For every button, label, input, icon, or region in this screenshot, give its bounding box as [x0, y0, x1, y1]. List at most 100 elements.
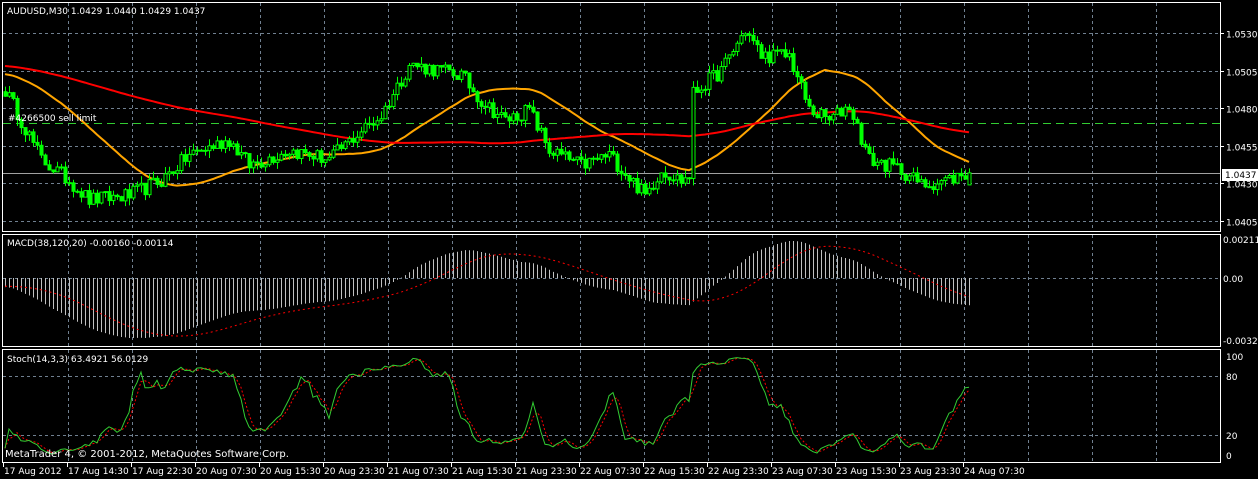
candle-body: [831, 113, 836, 121]
candle-body: [107, 191, 112, 202]
stoch-main-line: [4, 357, 970, 455]
candle-body: [251, 161, 256, 169]
time-tick-label: 23 Aug 07:30: [772, 467, 833, 477]
candle-body: [795, 71, 800, 78]
price-tick-label: 1.0480: [1226, 106, 1258, 116]
candle-body: [895, 163, 900, 166]
candle-body: [611, 151, 616, 155]
candle-body: [383, 105, 388, 120]
candle-body: [707, 72, 712, 90]
candle-body: [211, 145, 216, 149]
candle-body: [171, 171, 176, 174]
candle-body: [91, 192, 96, 205]
macd-tick-label: 0.00: [1223, 275, 1243, 285]
chart-window[interactable]: 1.0530 1.0505 1.0480 1.0455 1.0430 1.0405 0.00…: [0, 0, 1258, 479]
candle-body: [635, 177, 640, 194]
candle-body: [491, 102, 496, 119]
candle-body: [455, 75, 460, 80]
candle-body: [363, 122, 368, 133]
stoch-label: Stoch(14,3,3) 63.4921 56.0129: [7, 355, 148, 365]
candle-body: [59, 166, 64, 169]
candle-body: [563, 151, 568, 155]
candle-body: [307, 152, 312, 157]
candle-body: [899, 163, 904, 175]
candle-body: [147, 179, 152, 196]
price-tick-label: 1.0505: [1226, 69, 1258, 79]
candle-body: [43, 154, 48, 166]
candle-body: [295, 149, 300, 159]
candle-body: [119, 196, 124, 202]
candle-body: [95, 192, 100, 204]
candle-body: [927, 186, 932, 189]
candle-body: [531, 106, 536, 113]
candle-body: [499, 112, 504, 115]
candle-body: [351, 138, 356, 143]
candle-body: [471, 87, 476, 93]
candle-body: [595, 157, 600, 160]
time-tick-label: 22 Aug 07:30: [580, 467, 641, 477]
candle-body: [243, 152, 248, 155]
moving-average-line: [4, 65, 970, 145]
candle-body: [443, 64, 448, 68]
candle-body: [39, 144, 44, 156]
moving-average-line: [4, 68, 970, 187]
candle-body: [419, 63, 424, 68]
time-tick-label: 23 Aug 15:30: [836, 467, 897, 477]
candle-body: [603, 154, 608, 158]
candle-body: [7, 92, 12, 97]
stoch-tick-label: 20: [1226, 432, 1238, 442]
candle-body: [643, 183, 648, 195]
candle-body: [843, 106, 848, 117]
candle-body: [411, 62, 416, 66]
current-price-label: 1.0437: [1225, 171, 1257, 181]
candle-body: [155, 177, 160, 185]
candle-body: [415, 62, 420, 68]
macd-tick-label: -0.00328: [1223, 337, 1258, 347]
candle-body: [627, 174, 632, 182]
candle-body: [967, 172, 972, 186]
candle-body: [587, 157, 592, 169]
time-tick-label: 23 Aug 23:30: [900, 467, 961, 477]
candle-body: [299, 149, 304, 159]
candle-body: [283, 153, 288, 157]
order-label: #4266500 sell limit: [8, 114, 97, 124]
candle-body: [79, 191, 84, 198]
candle-body: [863, 143, 868, 148]
candle-body: [311, 155, 316, 160]
candle-body: [639, 183, 644, 194]
stoch-signal-line: [4, 357, 970, 454]
candle-body: [943, 177, 948, 182]
candle-body: [139, 182, 144, 186]
candle-body: [179, 154, 184, 172]
candle-body: [823, 109, 828, 117]
candle-body: [239, 152, 244, 156]
main-panel[interactable]: [2, 2, 1221, 232]
candle-body: [575, 156, 580, 161]
candle-body: [911, 172, 916, 177]
stoch-tick-label: 80: [1226, 373, 1238, 383]
candle-body: [271, 156, 276, 163]
candle-body: [675, 174, 680, 181]
axes: 1.0530 1.0505 1.0480 1.0455 1.0430 1.0405 0.00…: [3, 31, 1258, 477]
candle-body: [27, 131, 32, 136]
candle-body: [955, 172, 960, 184]
candle-body: [711, 70, 716, 74]
time-tick-label: 22 Aug 15:30: [644, 467, 705, 477]
candle-body: [371, 123, 376, 126]
candle-body: [367, 122, 372, 125]
candle-body: [547, 142, 552, 154]
stoch-panel[interactable]: [2, 349, 1221, 463]
candle-body: [435, 65, 440, 77]
candle-body: [847, 106, 852, 111]
candle-body: [427, 64, 432, 75]
candle-body: [399, 82, 404, 87]
candle-body: [115, 194, 120, 198]
candle-body: [255, 161, 260, 164]
candle-body: [807, 98, 812, 107]
candle-body: [527, 104, 532, 108]
candle-body: [663, 172, 668, 178]
candle-body: [923, 179, 928, 188]
candle-body: [331, 149, 336, 158]
candle-body: [379, 118, 384, 122]
candle-body: [3, 91, 8, 97]
